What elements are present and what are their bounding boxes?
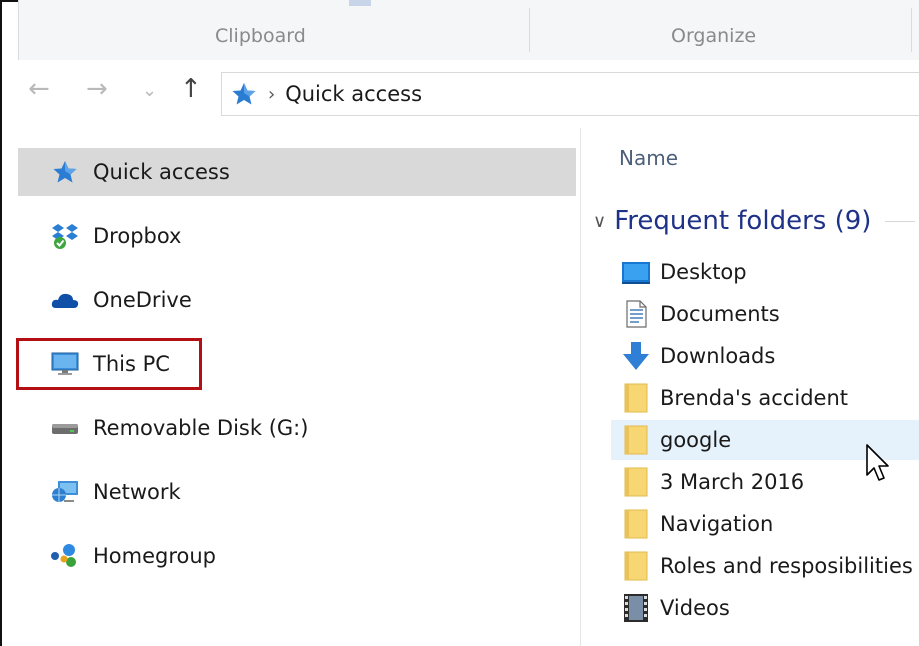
group-header-frequent-folders[interactable]: ∨ Frequent folders (9) [593, 206, 916, 236]
folder-icon [621, 383, 651, 413]
ribbon-separator [529, 8, 530, 52]
nav-item-quick-access[interactable]: Quick access [18, 148, 576, 196]
list-item-label: google [660, 428, 732, 452]
list-item-videos[interactable]: Videos [611, 588, 919, 628]
list-item-label: Videos [660, 596, 730, 620]
folder-icon [621, 467, 651, 497]
list-item-label: Navigation [660, 512, 774, 536]
mouse-pointer-icon [865, 443, 891, 487]
ribbon-separator [911, 8, 912, 52]
navigation-bar: ← → ⌄ ↑ › Quick access [18, 60, 919, 128]
removable-disk-icon [50, 413, 80, 443]
group-title: Frequent folders (9) [614, 206, 872, 236]
nav-item-label: Homegroup [93, 544, 217, 568]
quick-access-star-icon [50, 157, 80, 187]
ribbon-group-organize: Organize [671, 25, 757, 47]
list-item-folder[interactable]: Brenda's accident [611, 378, 919, 418]
list-item-desktop[interactable]: Desktop [611, 252, 919, 292]
ribbon: Clipboard Organize [18, 0, 919, 61]
homegroup-icon [50, 541, 80, 571]
network-icon [50, 477, 80, 507]
list-item-downloads[interactable]: Downloads [611, 336, 919, 376]
list-item-folder[interactable]: Roles and resposibilities [611, 546, 919, 586]
back-button[interactable]: ← [28, 74, 50, 104]
onedrive-cloud-icon [50, 285, 80, 315]
list-item-label: Desktop [660, 260, 747, 284]
dropbox-icon [50, 221, 80, 251]
ribbon-group-clipboard: Clipboard [215, 25, 306, 47]
desktop-folder-icon [621, 257, 651, 287]
videos-folder-icon [621, 593, 651, 623]
this-pc-highlight-annotation [16, 338, 202, 390]
up-button[interactable]: ↑ [180, 74, 202, 104]
forward-button[interactable]: → [86, 74, 108, 104]
nav-item-onedrive[interactable]: OneDrive [18, 276, 576, 324]
breadcrumb-quick-access[interactable]: Quick access [285, 82, 422, 106]
downloads-arrow-icon [621, 341, 651, 371]
column-header-name[interactable]: Name [619, 146, 678, 170]
list-item-label: Downloads [660, 344, 776, 368]
nav-item-label: Removable Disk (G:) [93, 416, 309, 440]
nav-item-label: OneDrive [93, 288, 192, 312]
list-item-label: Brenda's accident [660, 386, 848, 410]
documents-folder-icon [621, 299, 651, 329]
list-item-label: Documents [660, 302, 780, 326]
address-bar[interactable]: › Quick access [221, 72, 919, 116]
ribbon-partial-icon [349, 0, 371, 6]
list-item-label: 3 March 2016 [660, 470, 805, 494]
nav-item-label: Dropbox [93, 224, 182, 248]
nav-item-network[interactable]: Network [18, 468, 576, 516]
file-list: Name ∨ Frequent folders (9) Desktop Docu… [581, 128, 919, 646]
nav-item-label: Network [93, 480, 181, 504]
folder-icon [621, 425, 651, 455]
group-divider-line [885, 220, 916, 222]
recent-locations-button[interactable]: ⌄ [142, 80, 157, 101]
list-item-documents[interactable]: Documents [611, 294, 919, 334]
nav-item-homegroup[interactable]: Homegroup [18, 532, 576, 580]
chevron-down-icon: ∨ [593, 210, 607, 232]
list-item-folder[interactable]: Navigation [611, 504, 919, 544]
folder-icon [621, 551, 651, 581]
nav-item-dropbox[interactable]: Dropbox [18, 212, 576, 260]
nav-item-removable-disk[interactable]: Removable Disk (G:) [18, 404, 576, 452]
breadcrumb-separator: › [268, 83, 276, 105]
nav-item-label: Quick access [93, 160, 230, 184]
list-item-label: Roles and resposibilities [660, 554, 913, 578]
folder-icon [621, 509, 651, 539]
quick-access-star-icon [230, 81, 258, 107]
